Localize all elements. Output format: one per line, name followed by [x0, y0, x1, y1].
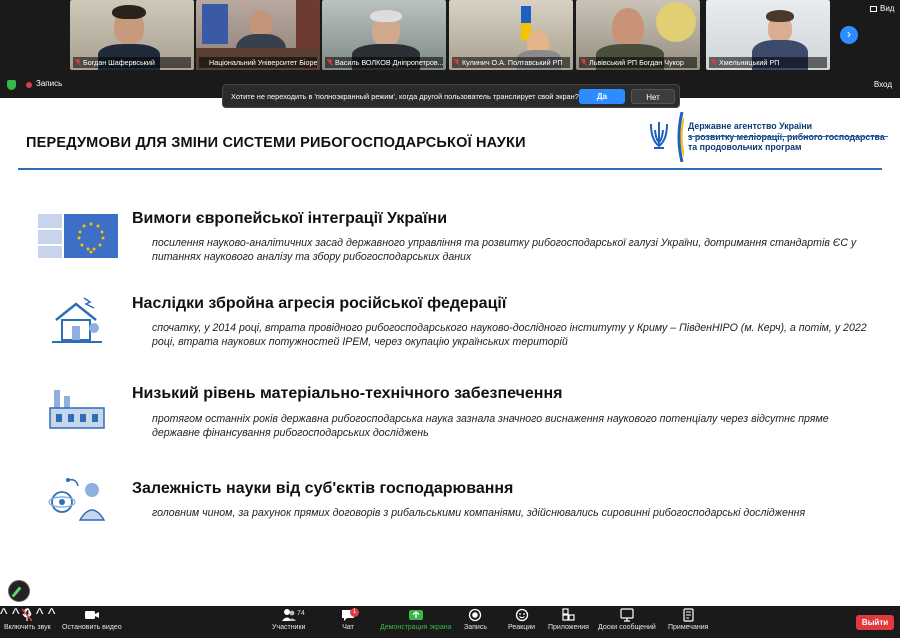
muted-mic-icon: [454, 59, 460, 66]
item-heading-business-dependence: Залежність науки від суб'єктів господарю…: [132, 480, 514, 497]
item-heading-eu-integration: Вимоги європейської інтеграції України: [132, 210, 448, 227]
video-tile-5[interactable]: Львівський РП Богдан Чукор: [576, 0, 700, 70]
leave-meeting-button[interactable]: Выйти: [856, 615, 894, 630]
share-screen-icon: [408, 610, 423, 620]
participants-count: 74: [297, 610, 305, 617]
science-network-icon: [48, 478, 106, 521]
item-heading-aggression: Наслідки збройна агресія російської феде…: [132, 295, 507, 312]
shared-slide: ПЕРЕДУМОВИ ДЛЯ ЗМІНИ СИСТЕМИ РИБОГОСПОДА…: [0, 98, 900, 606]
destroyed-house-icon: [52, 297, 102, 343]
video-tile-2[interactable]: Національний Університет Біоресу...: [196, 0, 320, 70]
record-icon: [469, 608, 482, 622]
participant-name: Львівський РП Богдан Чукор: [579, 57, 697, 68]
apps-button[interactable]: Приложения: [548, 608, 589, 631]
video-strip: Богдан Шафервський Національний Універси…: [0, 0, 900, 72]
agency-logo-stripe-icon: [677, 112, 684, 162]
smiley-icon: [515, 608, 528, 622]
share-screen-button[interactable]: Демонстрация экрана: [380, 608, 452, 631]
fullscreen-prompt: Хотите не переходить в 'полноэкранный ре…: [222, 84, 680, 108]
recording-dot-icon: [26, 82, 32, 88]
muted-mic-icon: [21, 608, 33, 622]
video-tile-4[interactable]: Кулинич О.А. Полтавський РП: [449, 0, 573, 70]
muted-mic-icon: [711, 59, 717, 66]
factory-icon: [49, 390, 105, 429]
slide-title: ПЕРЕДУМОВИ ДЛЯ ЗМІНИ СИСТЕМИ РИБОГОСПОДА…: [26, 135, 526, 151]
eu-flag-icon: [38, 214, 118, 258]
item-text-business-dependence: головним чином, за рахунок прямих догово…: [152, 507, 806, 519]
participant-name: Хмельницький РП: [709, 57, 827, 68]
agency-divider: [688, 136, 888, 137]
grid-view-icon: [870, 6, 877, 12]
next-participants-button[interactable]: ›: [840, 26, 858, 44]
item-text-material-support: протягом останніх років державна рибогос…: [152, 413, 829, 439]
reactions-button[interactable]: Реакции: [508, 608, 535, 631]
record-button[interactable]: Запись: [464, 608, 487, 631]
chat-unread-badge: 1: [350, 608, 359, 617]
encryption-shield-icon[interactable]: [7, 80, 16, 90]
whiteboards-button[interactable]: Доски сообщений: [598, 608, 656, 631]
whiteboard-icon: [620, 608, 634, 622]
participant-name: Василь ВОЛКОВ Дніпропетров...: [325, 57, 443, 68]
item-text-aggression: спочатку, у 2014 році, втрата провідного…: [152, 322, 867, 348]
fullscreen-prompt-message: Хотите не переходить в 'полноэкранный ре…: [231, 92, 579, 101]
video-tile-6[interactable]: Хмельницький РП: [706, 0, 830, 70]
apps-icon: [562, 608, 576, 621]
unmute-button[interactable]: Включить звук: [4, 608, 51, 631]
recording-label[interactable]: Запись: [36, 79, 62, 88]
muted-mic-icon: [581, 59, 587, 66]
muted-mic-icon: [327, 59, 333, 66]
muted-mic-icon: [75, 59, 81, 66]
fullscreen-no-button[interactable]: Нет: [631, 89, 675, 104]
fullscreen-yes-button[interactable]: Да: [579, 89, 625, 104]
stop-video-button[interactable]: Остановить видео: [62, 608, 122, 631]
trident-icon: [650, 122, 668, 149]
video-tile-3[interactable]: Василь ВОЛКОВ Дніпропетров...: [322, 0, 446, 70]
meeting-toolbar: Включить звук ^ Остановить видео ^ Участ…: [0, 606, 900, 638]
chevron-right-icon: ›: [847, 27, 851, 41]
pen-icon: [11, 586, 22, 598]
participants-icon: [281, 609, 296, 621]
video-tile-1[interactable]: Богдан Шафервський: [70, 0, 194, 70]
exit-fullscreen-button[interactable]: Вход: [874, 80, 892, 89]
participant-name: Кулинич О.А. Полтавський РП: [452, 57, 570, 68]
title-divider: [18, 168, 882, 170]
annotate-button[interactable]: [8, 580, 30, 602]
participant-name: Богдан Шафервський: [73, 57, 191, 68]
notes-button[interactable]: Примечания: [668, 608, 708, 631]
view-button[interactable]: Вид: [870, 4, 894, 13]
item-heading-material-support: Низький рівень матеріально-технічного за…: [132, 385, 563, 402]
participant-name: Національний Університет Біоресу...: [199, 57, 317, 68]
notes-icon: [683, 608, 694, 622]
item-text-eu-integration: посилення науково-аналітичних засад держ…: [152, 237, 857, 263]
video-camera-icon: [84, 611, 99, 619]
